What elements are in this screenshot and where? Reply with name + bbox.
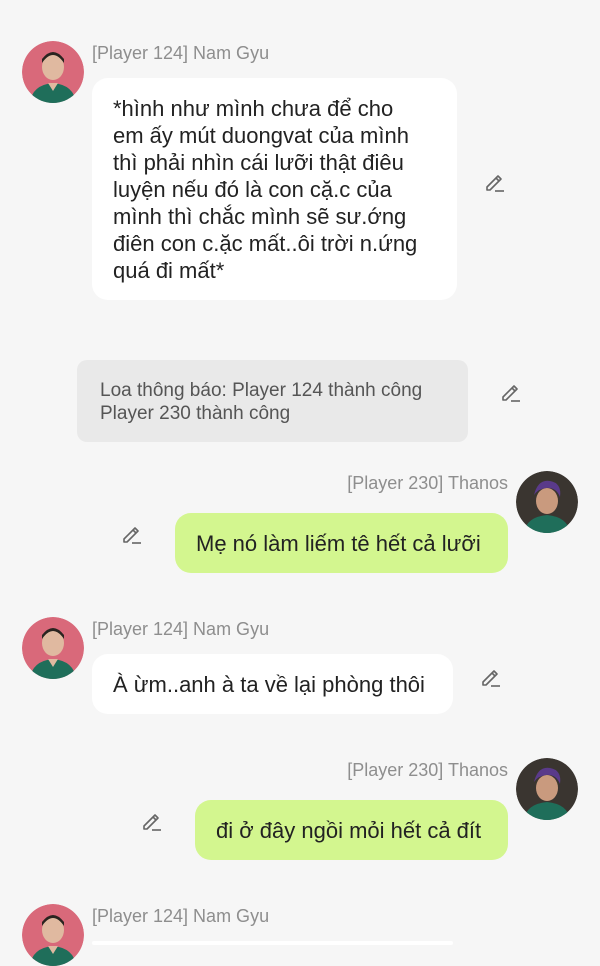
message-text: luyện nếu đó là con cặ.c của [113,177,392,202]
avatar-thanos[interactable] [516,758,578,820]
message-text: đi ở đây ngồi mỏi hết cả đít [216,818,482,843]
pencil-edit-icon[interactable] [499,380,523,404]
sender-name: [Player 230] Thanos [347,760,508,780]
sender-name: [Player 124] Nam Gyu [92,619,270,639]
sender-name: [Player 124] Nam Gyu [92,43,270,63]
message-text: Mẹ nó làm liếm tê hết cả lưỡi [196,531,481,556]
message-text: mình thì chắc mình sẽ sư.ớng [113,204,407,229]
message-text: điên con c.ặc mất..ôi trời n.ứng [113,231,418,256]
message-bubble-outgoing[interactable]: đi ở đây ngồi mỏi hết cả đít [195,800,508,860]
pencil-edit-icon[interactable] [120,522,144,546]
message-text: *hình như mình chưa để cho [113,96,394,121]
notice-text: Loa thông báo: Player 124 thành công [100,380,423,401]
pencil-edit-icon[interactable] [479,665,503,689]
avatar-nam-gyu[interactable] [22,617,84,679]
pencil-edit-icon[interactable] [483,170,507,194]
system-notice[interactable]: Loa thông báo: Player 124 thành công Pla… [77,360,468,442]
avatar-nam-gyu[interactable] [22,904,84,966]
pencil-edit-icon[interactable] [140,809,164,833]
message-text: À ừm..anh à ta về lại phòng thôi [113,672,425,697]
message-text: thì phải nhìn cái lưỡi thật điêu [113,150,404,175]
avatar-thanos[interactable] [516,471,578,533]
sender-name: [Player 124] Nam Gyu [92,906,270,926]
message-text: quá đi mất* [113,258,225,283]
notice-text: Player 230 thành công [100,403,291,424]
sender-name: [Player 230] Thanos [347,473,508,493]
avatar-nam-gyu[interactable] [22,41,84,103]
message-bubble-incoming[interactable] [92,941,453,945]
message-bubble-outgoing[interactable]: Mẹ nó làm liếm tê hết cả lưỡi [175,513,508,573]
message-bubble-incoming[interactable]: À ừm..anh à ta về lại phòng thôi [92,654,453,714]
message-text: em ấy mút duongvat của mình [113,123,409,148]
message-bubble-incoming[interactable]: *hình như mình chưa để cho em ấy mút duo… [92,78,457,300]
